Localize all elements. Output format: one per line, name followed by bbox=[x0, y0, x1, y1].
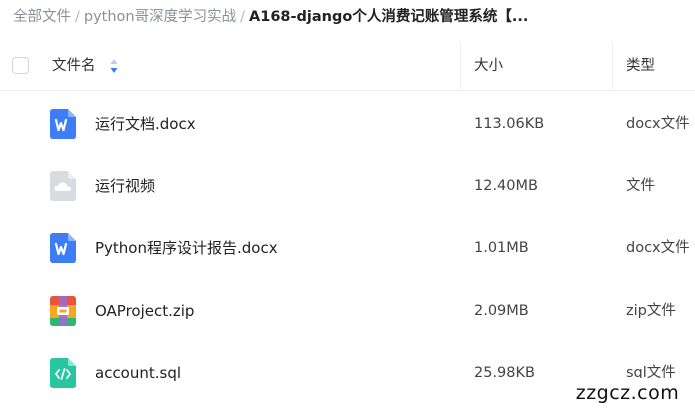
file-type: docx文件 bbox=[626, 116, 690, 132]
breadcrumb-separator: / bbox=[75, 9, 80, 25]
sort-arrows-icon[interactable] bbox=[109, 58, 119, 74]
file-name[interactable]: 运行视频 bbox=[95, 176, 155, 196]
watermark: zzgcz.com bbox=[560, 378, 695, 409]
breadcrumb: 全部文件 / python哥深度学习实战 / A168-django个人消费记账管理系统… bbox=[13, 6, 688, 28]
table-row[interactable]: 运行视频 12.40MB 文件 bbox=[0, 155, 695, 217]
breadcrumb-separator: / bbox=[240, 9, 246, 25]
file-type: zip文件 bbox=[626, 303, 676, 319]
table-row[interactable]: OAProject.zip 2.09MB zip文件 bbox=[0, 280, 695, 342]
column-divider[interactable] bbox=[612, 42, 613, 90]
file-size: 113.06KB bbox=[474, 116, 545, 132]
file-type: docx文件 bbox=[626, 240, 690, 256]
file-name[interactable]: OAProject.zip bbox=[95, 301, 194, 321]
column-divider[interactable] bbox=[460, 42, 461, 90]
breadcrumb-item-all-files[interactable]: 全部文件 bbox=[13, 9, 71, 25]
file-size: 2.09MB bbox=[474, 303, 529, 319]
code-file-icon bbox=[50, 358, 76, 388]
file-name[interactable]: account.sql bbox=[95, 363, 181, 383]
word-doc-icon bbox=[50, 233, 76, 263]
column-header-type[interactable]: 类型 bbox=[626, 56, 655, 76]
zip-archive-icon bbox=[50, 296, 76, 326]
file-name[interactable]: 运行文档.docx bbox=[95, 114, 196, 134]
file-size: 1.01MB bbox=[474, 240, 529, 256]
breadcrumb-item-current: A168-django个人消费记账管理系统【... bbox=[249, 9, 529, 25]
table-row[interactable]: 运行文档.docx 113.06KB docx文件 bbox=[0, 93, 695, 155]
cloud-file-icon bbox=[50, 171, 76, 201]
file-size: 25.98KB bbox=[474, 365, 535, 381]
column-header-size[interactable]: 大小 bbox=[474, 56, 503, 76]
word-doc-icon bbox=[50, 109, 76, 139]
table-row[interactable]: Python程序设计报告.docx 1.01MB docx文件 bbox=[0, 217, 695, 279]
breadcrumb-item-folder[interactable]: python哥深度学习实战 bbox=[84, 9, 236, 25]
file-size: 12.40MB bbox=[474, 178, 538, 194]
column-header-name[interactable]: 文件名 bbox=[52, 56, 96, 76]
select-all-checkbox[interactable] bbox=[12, 57, 29, 74]
file-type: 文件 bbox=[626, 178, 655, 194]
table-header bbox=[0, 42, 695, 91]
file-name[interactable]: Python程序设计报告.docx bbox=[95, 238, 278, 258]
